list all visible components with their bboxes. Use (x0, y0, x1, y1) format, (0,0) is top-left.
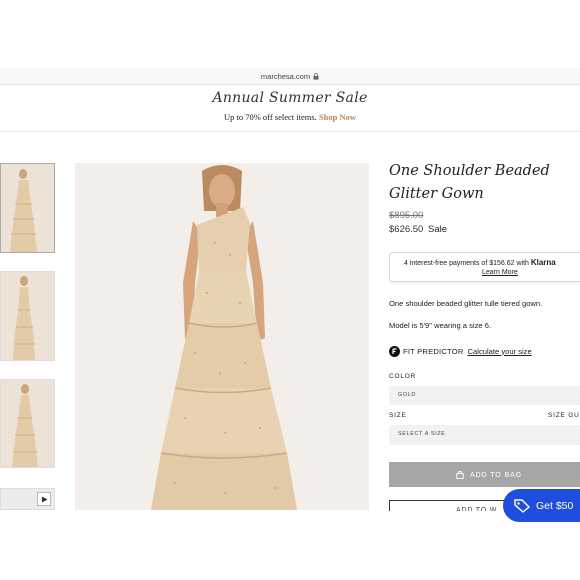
product-title: One Shoulder Beaded Glitter Gown (389, 163, 550, 202)
thumbnail-1[interactable] (0, 163, 55, 253)
promo-subtitle: Up to 70% off select items. Shop Now (0, 112, 580, 122)
get-50-badge[interactable]: Get $50 (503, 489, 580, 522)
browser-url-bar[interactable]: marchesa.com (0, 68, 580, 85)
klarna-logo: Klarna (530, 258, 556, 267)
thumbnail-3[interactable] (0, 379, 55, 468)
fit-predictor: FIT PREDICTOR Calculate your size (389, 345, 532, 357)
url-text: marchesa.com (260, 71, 311, 81)
size-placeholder: SELECT A SIZE (398, 431, 446, 437)
fit-predictor-label: FIT PREDICTOR (403, 346, 464, 356)
shop-now-link[interactable]: Shop Now (319, 112, 356, 122)
klarna-text-row: 4 interest-free payments of $156.62 with… (404, 258, 556, 267)
play-icon (41, 496, 47, 502)
bottom-whitespace (0, 511, 580, 580)
product-main-image[interactable] (75, 163, 369, 510)
color-label: COLOR (389, 373, 417, 380)
color-selected-value: GOLD (398, 392, 416, 398)
promo-banner: Annual Summer Sale Up to 70% off select … (0, 86, 580, 132)
bag-icon (456, 470, 464, 479)
sale-price-row: $626.50 Sale (389, 224, 447, 235)
tag-icon (514, 498, 530, 513)
promo-subtitle-text: Up to 70% off select items. (223, 112, 317, 122)
calculate-size-link[interactable]: Calculate your size (468, 347, 532, 356)
thumbnail-2[interactable] (0, 271, 55, 361)
size-label: SIZE (389, 412, 407, 419)
product-description: One shoulder beaded glitter tulle tiered… (389, 299, 543, 308)
klarna-text: 4 interest-free payments of $156.62 with (404, 260, 529, 267)
original-price: $895.00 (389, 210, 424, 221)
sale-price: $626.50 (389, 224, 424, 235)
add-to-bag-button[interactable]: ADD TO BAG (389, 462, 580, 487)
get-50-text: Get $50 (536, 499, 574, 512)
lock-icon (313, 72, 319, 80)
play-button[interactable] (37, 492, 51, 506)
klarna-box: 4 interest-free payments of $156.62 with… (389, 252, 580, 282)
size-guide-link[interactable]: SIZE GU (548, 412, 580, 419)
promo-title: Annual Summer Sale (212, 90, 368, 106)
sale-label: Sale (427, 224, 447, 235)
fit-predictor-icon (389, 345, 400, 357)
video-thumbnail[interactable] (0, 488, 55, 510)
dress-illustration (75, 163, 369, 510)
size-select[interactable]: SELECT A SIZE (389, 425, 580, 445)
model-info: Model is 5'9" wearing a size 6. (389, 321, 492, 330)
top-whitespace (0, 0, 580, 68)
color-select[interactable]: GOLD (389, 386, 580, 405)
add-to-bag-label: ADD TO BAG (469, 470, 523, 479)
klarna-learn-more-link[interactable]: Learn More (482, 269, 518, 276)
